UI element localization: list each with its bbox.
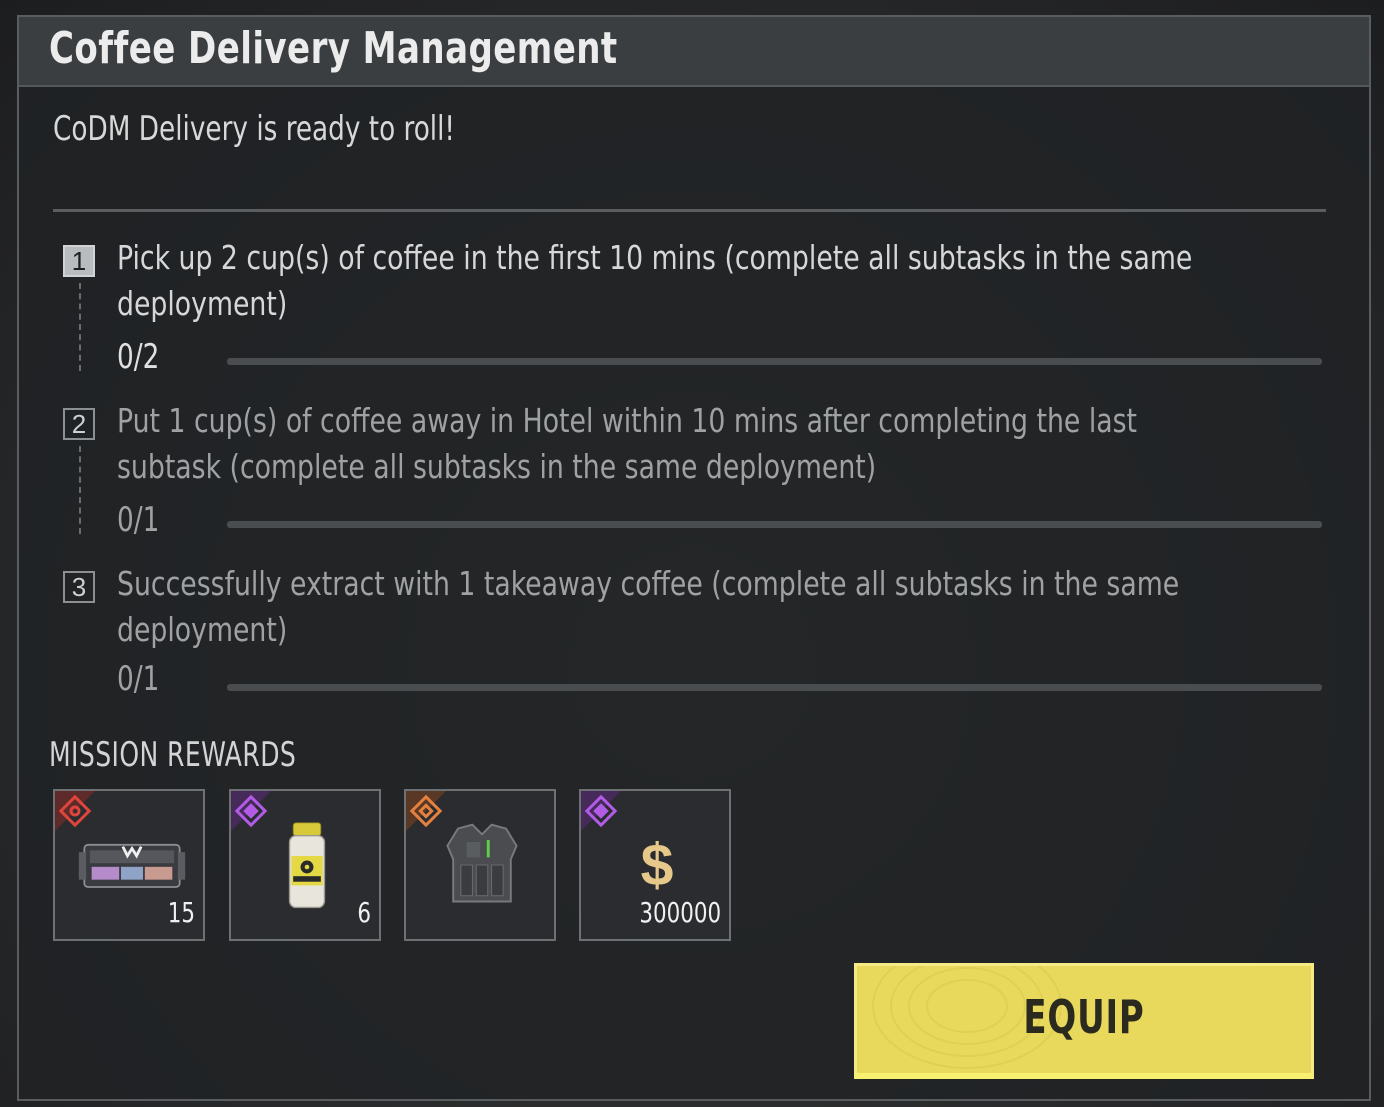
cash-dollar-icon: $ — [641, 833, 674, 897]
task-description: Successfully extract with 1 takeaway cof… — [117, 564, 1180, 649]
mission-dialog: Coffee Delivery Management CoDM Delivery… — [17, 15, 1371, 1101]
reward-quantity: 300000 — [639, 896, 721, 929]
task-description: Pick up 2 cup(s) of coffee in the first … — [117, 238, 1193, 323]
task-progress-bar — [227, 358, 1322, 365]
rewards-heading: MISSION REWARDS — [49, 735, 297, 775]
reward-slot-armor[interactable] — [404, 789, 556, 941]
task-number: 1 — [63, 245, 95, 277]
dialog-subtitle: CoDM Delivery is ready to roll! — [53, 109, 455, 149]
reward-quantity: 6 — [357, 896, 371, 929]
task-progress-text: 0/1 — [117, 659, 160, 697]
task-progress-bar — [227, 684, 1322, 691]
dialog-title: Coffee Delivery Management — [49, 23, 618, 74]
reward-slot-iodine[interactable]: 6 — [229, 789, 381, 941]
armor-vest-icon — [446, 823, 518, 903]
task-connector — [79, 446, 81, 534]
divider — [53, 209, 1326, 212]
rarity-purple-icon — [581, 791, 621, 831]
equip-button[interactable]: EQUIP — [854, 963, 1314, 1079]
task-number: 3 — [63, 571, 95, 603]
reward-slot-cash[interactable]: $ 300000 — [579, 789, 731, 941]
task-progress-text: 0/2 — [117, 337, 160, 377]
weapon-case-icon — [78, 843, 186, 888]
reward-slot-weapon-case[interactable]: 15 — [53, 789, 205, 941]
task-connector — [79, 283, 81, 371]
task-number: 2 — [63, 408, 95, 440]
equip-button-label: EQUIP — [1023, 990, 1145, 1044]
reward-quantity: 15 — [167, 896, 195, 929]
svg-text:$: $ — [641, 833, 674, 897]
task-description: Put 1 cup(s) of coffee away in Hotel wit… — [117, 401, 1138, 486]
task-progress-bar — [227, 521, 1322, 528]
title-bar: Coffee Delivery Management — [19, 17, 1369, 87]
rarity-purple-icon — [231, 791, 271, 831]
task-progress-text: 0/1 — [117, 500, 160, 540]
iodine-bottle-icon — [288, 822, 326, 909]
